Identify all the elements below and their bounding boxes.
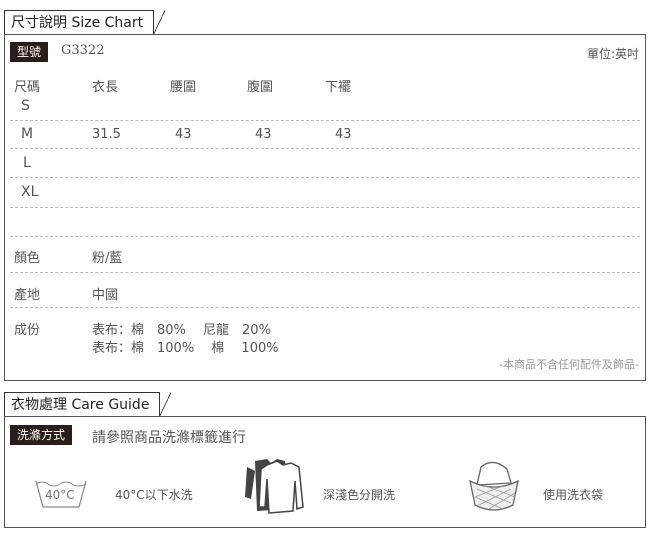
wash-instruction: 請參照商品洗滌標籤進行 [92,430,246,446]
separate-colors-icon [245,459,304,514]
care-guide-tab: 衣物處理 Care Guide [4,392,172,417]
cell-waist: 43 [175,127,192,142]
header-belly: 腹圍 [247,80,274,95]
wash-tub-temp: 40°C [45,488,75,502]
divider [10,272,640,273]
size-chart-panel: 型號 G3322 單位:英吋 尺碼 衣長 腰圍 腹圍 下襬 S M 31.5 4… [4,34,646,381]
model-tag: 型號 [10,42,49,62]
cell-length: 31.5 [92,127,121,142]
care-item-temperature: 40°C以下水洗 [115,488,193,502]
model-number: G3322 [61,43,105,58]
care-item-separate: 深淺色分開洗 [323,488,396,502]
size-row-label: S [21,98,30,114]
care-item-laundry-bag: 使用洗衣袋 [543,488,604,502]
divider [10,236,640,237]
origin-label: 產地 [14,288,41,303]
material-label: 成份 [14,323,41,338]
care-guide-tab-label: 衣物處理 Care Guide [11,397,150,413]
material-line-1: 表布：棉 80% 尼龍 20% [92,323,271,338]
origin-value: 中國 [92,288,119,303]
header-length: 衣長 [92,80,119,95]
divider [10,120,640,121]
divider [10,177,640,178]
care-guide-panel: 洗滌方式 請參照商品洗滌標籤進行 40°C 40°C以下水洗 深淺色分開洗 使用… [4,416,646,528]
laundry-bag-icon [469,461,519,511]
divider [10,307,640,308]
divider [10,207,640,208]
header-hem: 下襬 [325,80,352,95]
size-row-label: L [23,155,31,171]
disclaimer-note: -本商品不含任何配件及飾品- [499,358,639,371]
divider [10,148,640,149]
material-line-2: 表布：棉 100% 棉 100% [92,341,279,356]
cell-hem: 43 [335,127,352,142]
cell-belly: 43 [255,127,272,142]
size-chart-tab: 尺寸說明 Size Chart [4,10,166,35]
wash-method-tag: 洗滌方式 [10,425,73,445]
size-row-label: XL [21,184,39,200]
unit-label: 單位:英吋 [586,47,639,61]
color-label: 顏色 [14,251,41,266]
header-size: 尺碼 [14,80,41,95]
header-waist: 腰圍 [170,80,197,95]
color-value: 粉/藍 [92,251,123,266]
size-chart-tab-label: 尺寸說明 Size Chart [11,15,144,31]
size-row-label: M [21,126,34,142]
